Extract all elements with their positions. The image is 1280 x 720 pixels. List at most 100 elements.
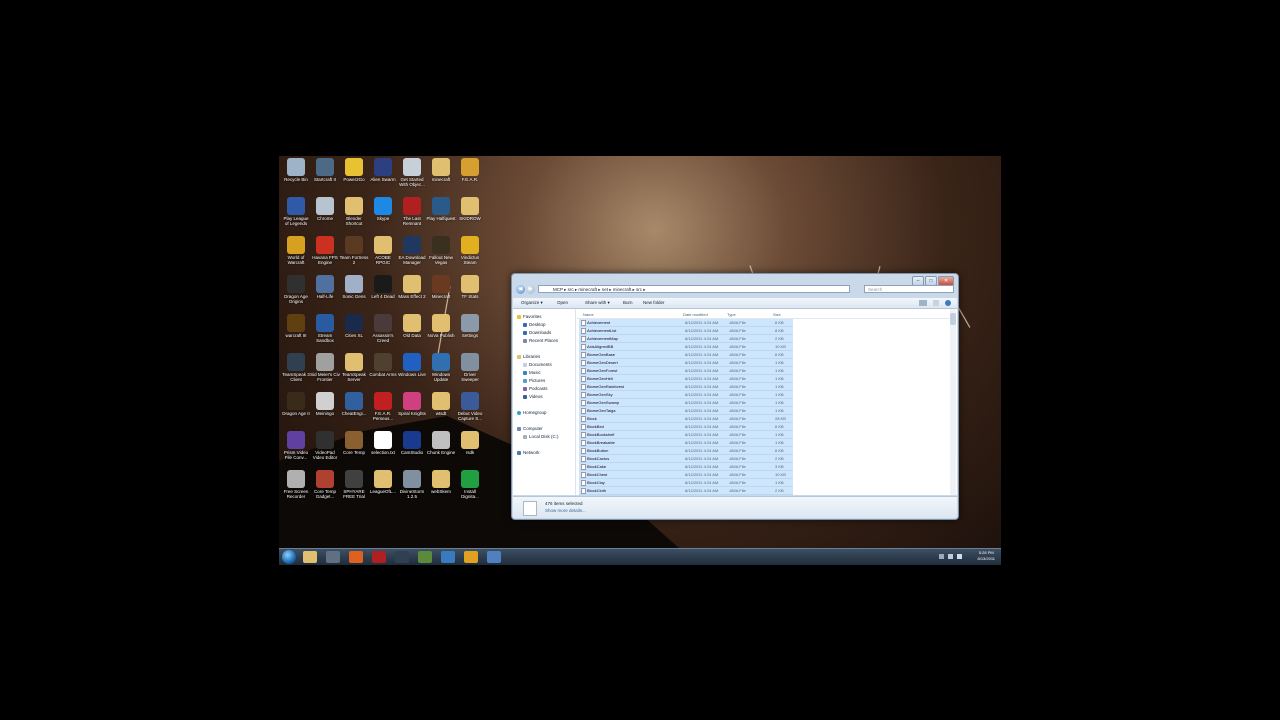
file-row[interactable]: AxisAlignedBB 8/12/2011 4:24 AM JAVA File 1… (579, 343, 793, 351)
desktop-icon[interactable]: TeamSpeak Server (339, 353, 369, 393)
desktop-icon[interactable]: Skype (368, 197, 398, 237)
desktop-icon[interactable]: VideoPad Video Editor (310, 431, 340, 471)
sidebar-item-homegroup[interactable]: Homegroup (517, 409, 547, 416)
flag-icon[interactable] (957, 554, 962, 559)
file-row[interactable]: BlockChest 8/12/2011 4:24 AM JAVA File 10 K… (579, 471, 793, 479)
scrollbar[interactable] (950, 309, 956, 495)
desktop-icon[interactable]: warcraft III (281, 314, 311, 354)
system-tray[interactable] (939, 553, 967, 561)
organize-button[interactable]: Organize ▾ (521, 298, 543, 308)
sidebar-item-libraries[interactable]: Libraries (517, 353, 540, 360)
sidebar-item-videos[interactable]: Videos (523, 393, 543, 400)
sidebar-item-favorites[interactable]: Favorites (517, 313, 542, 320)
column-name[interactable]: Name (583, 311, 594, 318)
file-row[interactable]: BlockButton 8/12/2011 4:24 AM JAVA File 6 K… (579, 447, 793, 455)
preview-pane-icon[interactable] (933, 300, 939, 306)
share-with-button[interactable]: Share with ▾ (585, 298, 610, 308)
forward-button[interactable]: ▶ (526, 285, 535, 294)
show-more-details-link[interactable]: Show more details... (545, 508, 586, 513)
desktop-icon[interactable]: SKIDROW (455, 197, 485, 237)
file-row[interactable]: BiomeGenRainforest 8/12/2011 4:24 AM JAVA … (579, 383, 793, 391)
start-button[interactable] (282, 550, 296, 564)
file-row[interactable]: AchievementList 8/12/2011 4:24 AM JAVA Fil… (579, 327, 793, 335)
file-row[interactable]: BlockCake 8/12/2011 4:24 AM JAVA File 3 KB (579, 463, 793, 471)
breadcrumb[interactable]: MCP ▸ src ▸ minecraft ▸ net ▸ minecraft … (553, 287, 646, 292)
desktop-icon[interactable]: DivineStorm 1.2.5 (397, 470, 427, 510)
desktop-icon[interactable]: TF Stats (455, 275, 485, 315)
desktop-icon[interactable]: Settings (455, 314, 485, 354)
taskbar-game-icon[interactable] (372, 551, 386, 563)
desktop-icon[interactable]: SPHYARE FREE Trial (339, 470, 369, 510)
desktop-icon[interactable]: Alien Swarm (368, 158, 398, 198)
file-row[interactable]: AchievementMap 8/12/2011 4:24 AM JAVA File… (579, 335, 793, 343)
file-row[interactable]: BiomeGenHell 8/12/2011 4:24 AM JAVA File 1 … (579, 375, 793, 383)
desktop-icon[interactable]: World of Warcraft (281, 236, 311, 276)
file-row[interactable]: BlockClay 8/12/2011 4:24 AM JAVA File 1 KB (579, 479, 793, 487)
taskbar-folder-icon[interactable] (303, 551, 317, 563)
desktop-icon[interactable]: Vindictus Steam (455, 236, 485, 276)
desktop-icon[interactable]: F.E.A.R. Perseus... (368, 392, 398, 432)
sidebar-item-downloads[interactable]: Downloads (523, 329, 551, 336)
desktop-icon[interactable]: Meiningo (310, 392, 340, 432)
desktop-icon[interactable]: Minecraft (426, 275, 456, 315)
desktop-icon[interactable]: rsdk (455, 431, 485, 471)
sidebar-item-desktop[interactable]: Desktop (523, 321, 546, 328)
taskbar-teamspeak-icon[interactable] (395, 551, 409, 563)
taskbar-clock[interactable]: 5:28 PM 8/13/2011 (978, 550, 996, 562)
desktop-icon[interactable]: Blender Shortcut (339, 197, 369, 237)
desktop-icon[interactable]: selection.txt (368, 431, 398, 471)
file-row[interactable]: BiomeGenTaiga 8/12/2011 4:24 AM JAVA File 1… (579, 407, 793, 415)
file-row[interactable]: BiomeGenBase 8/12/2011 4:24 AM JAVA File 6 … (579, 351, 793, 359)
desktop-icon[interactable]: Dragon Age II (281, 392, 311, 432)
file-row[interactable]: BlockBed 8/12/2011 4:24 AM JAVA File 6 KB (579, 423, 793, 431)
back-button[interactable]: ◀ (516, 285, 525, 294)
view-options-icon[interactable] (919, 300, 927, 306)
burn-button[interactable]: Burn (623, 298, 633, 308)
sidebar-item-network[interactable]: Network (517, 449, 540, 456)
desktop-icon[interactable]: EA Download Manager (397, 236, 427, 276)
desktop-icon[interactable]: Windows Update (426, 353, 456, 393)
taskbar-firefox-icon[interactable] (349, 551, 363, 563)
file-row[interactable]: BlockCloth 8/12/2011 4:24 AM JAVA File 2 KB (579, 487, 793, 495)
desktop-icon[interactable]: Assassin's Creed (368, 314, 398, 354)
open-button[interactable]: Open (557, 298, 568, 308)
desktop-icon[interactable]: CamStudio (397, 431, 427, 471)
desktop-icon[interactable]: Havana FPS Engine (310, 236, 340, 276)
desktop-icon[interactable]: minecraft (426, 158, 456, 198)
desktop-icon[interactable]: Left 4 Dead (368, 275, 398, 315)
desktop-icon[interactable]: Fallout New Vegas (426, 236, 456, 276)
file-row[interactable]: BiomeGenSwamp 8/12/2011 4:24 AM JAVA File 1… (579, 399, 793, 407)
taskbar-folder-icon[interactable] (464, 551, 478, 563)
taskbar-shield-icon[interactable] (441, 551, 455, 563)
volume-icon[interactable] (948, 554, 953, 559)
desktop-icon[interactable]: Cities XL (339, 314, 369, 354)
sidebar-item-documents[interactable]: Documents (523, 361, 552, 368)
desktop-icon[interactable]: Old Data (397, 314, 427, 354)
desktop-icon[interactable]: Play League of Legends (281, 197, 311, 237)
address-bar[interactable]: MCP ▸ src ▸ minecraft ▸ net ▸ minecraft … (538, 285, 850, 293)
desktop-icon[interactable]: CheatEngi... (339, 392, 369, 432)
desktop-icon[interactable]: webSkem (426, 470, 456, 510)
desktop-icon[interactable]: Combat Arms (368, 353, 398, 393)
file-row[interactable]: BlockBookshelf 8/12/2011 4:24 AM JAVA File… (579, 431, 793, 439)
desktop-icon[interactable]: LeagueOfL... (368, 470, 398, 510)
taskbar-disk-icon[interactable] (487, 551, 501, 563)
desktop-icon[interactable]: Half-Life (310, 275, 340, 315)
desktop-icon[interactable]: TeamSpeak 3 Client (281, 353, 311, 393)
sidebar-item-music[interactable]: Music (523, 369, 541, 376)
file-row[interactable]: Block 8/12/2011 4:24 AM JAVA File 28 KB (579, 415, 793, 423)
column-size[interactable]: Size (773, 311, 781, 318)
sidebar-item-local-disk[interactable]: Local Disk (C:) (523, 433, 559, 440)
file-row[interactable]: Achievement 8/12/2011 4:24 AM JAVA File 6 K… (579, 319, 793, 327)
desktop-icon[interactable]: The Last Remnant (397, 197, 427, 237)
sidebar-item-pictures[interactable]: Pictures (523, 377, 545, 384)
desktop-icon[interactable]: Stream Sandbox (310, 314, 340, 354)
help-icon[interactable] (945, 300, 951, 306)
file-row[interactable]: BiomeGenSky 8/12/2011 4:24 AM JAVA File 1 K… (579, 391, 793, 399)
column-type[interactable]: Type (727, 311, 736, 318)
taskbar-steam-icon[interactable] (326, 551, 340, 563)
desktop-icon[interactable]: Debut Video Capture S... (455, 392, 485, 432)
desktop-icon[interactable]: Sonic Gens (339, 275, 369, 315)
scrollbar-thumb[interactable] (950, 313, 956, 325)
desktop-icon[interactable]: Core Temp Gadget... (310, 470, 340, 510)
